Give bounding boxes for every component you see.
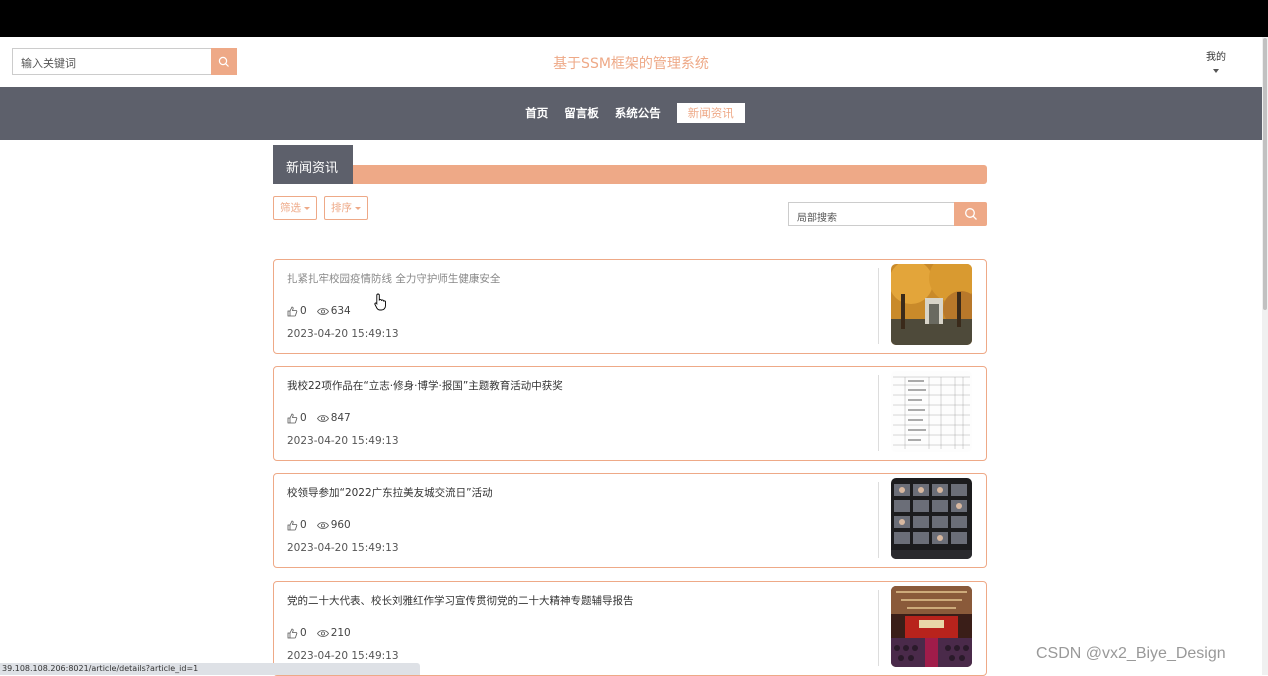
section-title: 新闻资讯 xyxy=(273,145,353,184)
article-date: 2023-04-20 15:49:13 xyxy=(287,542,399,554)
article-title[interactable]: 党的二十大代表、校长刘雅红作学习宣传贯彻党的二十大精神专题辅导报告 xyxy=(287,593,634,608)
local-search-input[interactable]: 局部搜索 xyxy=(788,202,954,226)
thumbs-up-icon[interactable] xyxy=(287,306,298,317)
nav-item-news[interactable]: 新闻资讯 xyxy=(676,103,745,123)
view-count: 960 xyxy=(330,519,351,531)
article-stats: 0 960 xyxy=(287,519,351,531)
local-search-placeholder: 局部搜索 xyxy=(797,213,837,224)
article-card[interactable]: 校领导参加“2022广东拉美友城交流日”活动 0 960 2023-04-20 … xyxy=(273,473,987,568)
view-count: 847 xyxy=(330,412,351,424)
eye-icon xyxy=(316,629,329,637)
card-divider xyxy=(878,375,879,451)
article-card[interactable]: 党的二十大代表、校长刘雅红作学习宣传贯彻党的二十大精神专题辅导报告 0 210 … xyxy=(273,581,987,676)
site-title: 基于SSM框架的管理系统 xyxy=(553,56,709,72)
like-count: 0 xyxy=(300,412,307,424)
sort-dropdown-button[interactable]: 排序 xyxy=(324,196,368,220)
article-title[interactable]: 我校22项作品在“立志·修身·博学·报国”主题教育活动中获奖 xyxy=(287,378,563,393)
user-menu[interactable]: 我的 xyxy=(1199,48,1233,73)
search-icon xyxy=(964,208,977,220)
video-conference-image xyxy=(891,478,972,559)
view-count: 634 xyxy=(330,305,351,317)
article-title[interactable]: 扎紧扎牢校园疫情防线 全力守护师生健康安全 xyxy=(287,271,500,286)
article-date: 2023-04-20 15:49:13 xyxy=(287,435,399,447)
sort-label: 排序 xyxy=(331,202,352,214)
scrollbar-thumb[interactable] xyxy=(1263,38,1267,310)
caret-down-icon xyxy=(304,206,310,210)
section-title-bar xyxy=(353,165,987,184)
like-count: 0 xyxy=(300,305,307,317)
article-thumbnail[interactable] xyxy=(891,478,972,559)
main-navbar: 首页 留言板 系统公告 新闻资讯 xyxy=(0,87,1262,140)
thumbs-up-icon[interactable] xyxy=(287,520,298,531)
article-thumbnail[interactable] xyxy=(891,371,972,452)
watermark: CSDN @vx2_Biye_Design xyxy=(1036,645,1226,662)
article-stats: 0 847 xyxy=(287,412,351,424)
view-count: 210 xyxy=(330,627,351,639)
local-search-button[interactable] xyxy=(954,202,987,226)
article-date: 2023-04-20 15:49:13 xyxy=(287,328,399,340)
nav-item-home[interactable]: 首页 xyxy=(517,103,556,123)
article-card[interactable]: 我校22项作品在“立志·修身·博学·报国”主题教育活动中获奖 0 847 202… xyxy=(273,366,987,461)
card-divider xyxy=(878,482,879,558)
nav-item-message-board[interactable]: 留言板 xyxy=(556,103,607,123)
caret-down-icon xyxy=(355,206,361,210)
site-header: 输入关键词 基于SSM框架的管理系统 我的 xyxy=(0,37,1262,87)
like-count: 0 xyxy=(300,519,307,531)
thumbs-up-icon[interactable] xyxy=(287,413,298,424)
article-title[interactable]: 校领导参加“2022广东拉美友城交流日”活动 xyxy=(287,485,493,500)
eye-icon xyxy=(316,521,329,529)
user-menu-label: 我的 xyxy=(1206,52,1226,63)
article-thumbnail[interactable] xyxy=(891,586,972,667)
card-divider xyxy=(878,268,879,344)
article-date: 2023-04-20 15:49:13 xyxy=(287,650,399,662)
document-table-image xyxy=(891,371,972,452)
hand-cursor-icon xyxy=(374,293,386,311)
nav-item-announcements[interactable]: 系统公告 xyxy=(607,103,669,123)
filter-label: 筛选 xyxy=(280,202,301,214)
browser-top-bar xyxy=(0,0,1268,37)
card-divider xyxy=(878,590,879,666)
article-stats: 0 210 xyxy=(287,627,351,639)
article-stats: 0 634 xyxy=(287,305,351,317)
like-count: 0 xyxy=(300,627,307,639)
article-thumbnail[interactable] xyxy=(891,264,972,345)
autumn-campus-image xyxy=(891,264,972,345)
auditorium-stage-image xyxy=(891,586,972,667)
chevron-down-icon xyxy=(1213,69,1219,73)
eye-icon xyxy=(316,307,329,315)
status-bar-url: 39.108.108.206:8021/article/details?arti… xyxy=(0,663,420,675)
filter-dropdown-button[interactable]: 筛选 xyxy=(273,196,317,220)
thumbs-up-icon[interactable] xyxy=(287,628,298,639)
eye-icon xyxy=(316,414,329,422)
